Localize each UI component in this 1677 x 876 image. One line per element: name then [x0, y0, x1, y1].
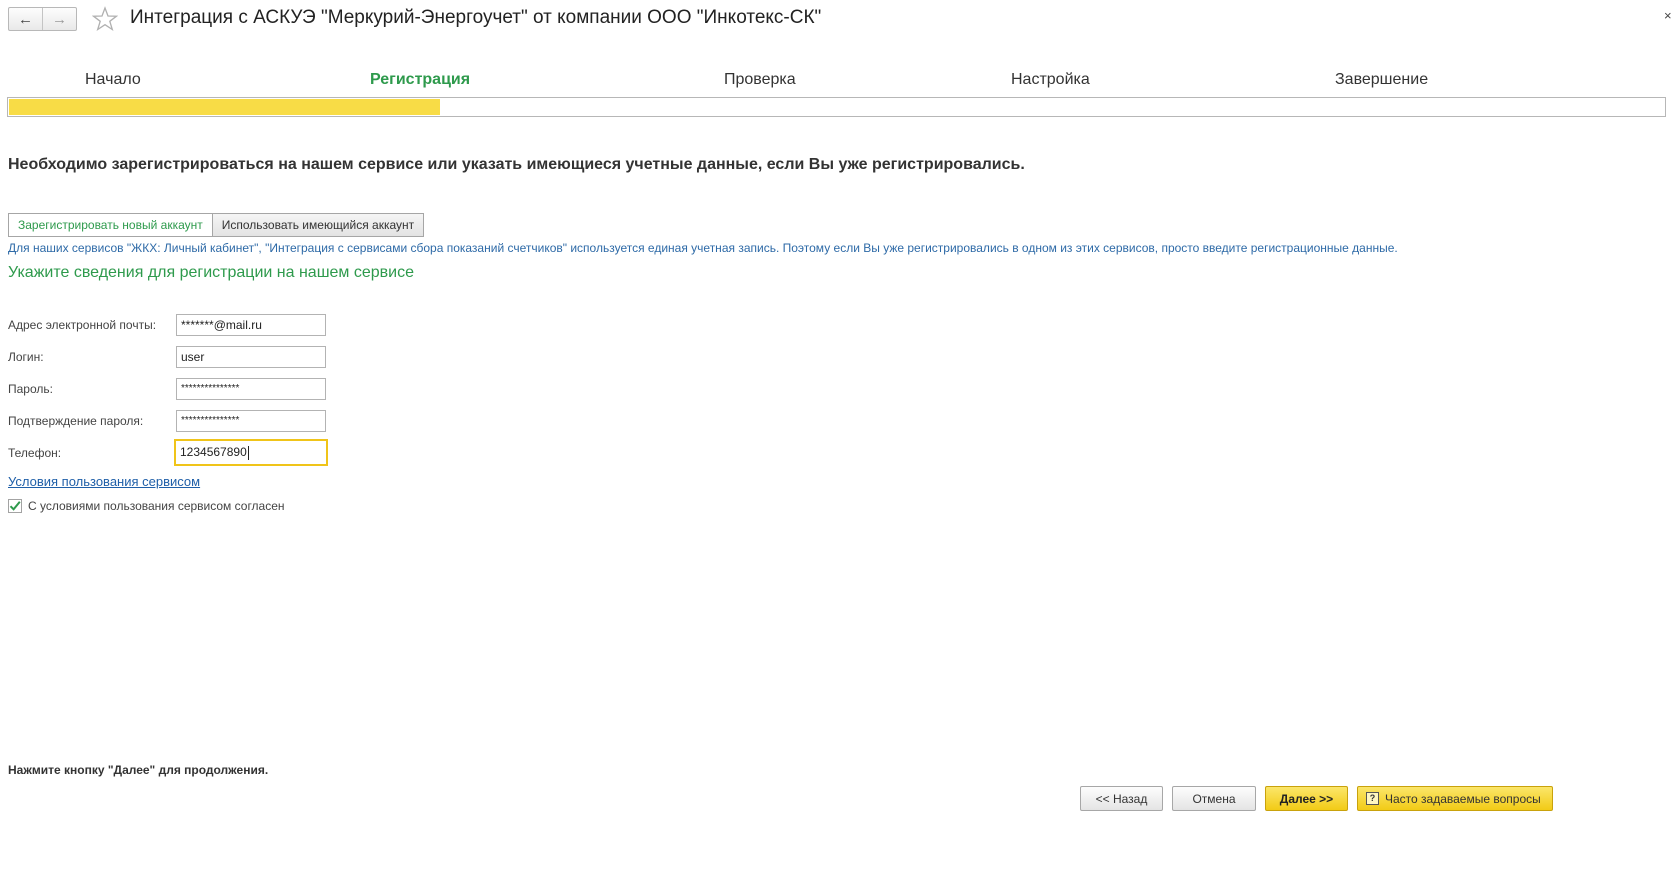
- password-confirm-field[interactable]: ***************: [176, 410, 326, 432]
- forward-arrow-icon[interactable]: →: [42, 8, 76, 30]
- favorite-star-icon[interactable]: [92, 6, 118, 32]
- page-heading: Необходимо зарегистрироваться на нашем с…: [8, 156, 1025, 173]
- next-button[interactable]: Далее >>: [1265, 786, 1348, 811]
- phone-value: 1234567890: [180, 445, 247, 459]
- cancel-button[interactable]: Отмена: [1172, 786, 1256, 811]
- progress-fill: [9, 99, 440, 115]
- back-arrow-icon[interactable]: ←: [9, 8, 42, 30]
- continue-hint: Нажмите кнопку "Далее" для продолжения.: [8, 763, 269, 777]
- password-field[interactable]: ***************: [176, 378, 326, 400]
- step-check: Проверка: [724, 71, 796, 88]
- password-confirm-label: Подтверждение пароля:: [8, 414, 144, 428]
- step-finish: Завершение: [1335, 71, 1429, 88]
- info-note: Для наших сервисов "ЖКХ: Личный кабинет"…: [8, 241, 1398, 255]
- agree-checkbox[interactable]: [8, 499, 22, 513]
- section-subheading: Укажите сведения для регистрации на наше…: [8, 264, 414, 281]
- wizard-progress-bar: [7, 97, 1666, 117]
- register-new-account-button[interactable]: Зарегистрировать новый аккаунт: [8, 213, 213, 237]
- faq-button[interactable]: ? Часто задаваемые вопросы: [1357, 786, 1553, 811]
- step-registration: Регистрация: [370, 71, 471, 88]
- faq-button-label: Часто задаваемые вопросы: [1385, 791, 1541, 806]
- help-icon: ?: [1366, 792, 1379, 805]
- use-existing-account-button[interactable]: Использовать имеющийся аккаунт: [212, 213, 425, 237]
- login-field[interactable]: user: [176, 346, 326, 368]
- window-title: Интеграция с АСКУЭ "Меркурий-Энергоучет"…: [130, 7, 822, 28]
- email-field[interactable]: *******@mail.ru: [176, 314, 326, 336]
- close-icon[interactable]: ×: [1664, 8, 1672, 23]
- agree-label: С условиями пользования сервисом согласе…: [28, 499, 285, 513]
- password-label: Пароль:: [8, 382, 53, 396]
- login-label: Логин:: [8, 350, 44, 364]
- phone-field[interactable]: 1234567890: [174, 439, 328, 466]
- step-start: Начало: [85, 71, 141, 88]
- back-button[interactable]: << Назад: [1080, 786, 1163, 811]
- account-mode-toggle: Зарегистрировать новый аккаунт Использов…: [8, 213, 425, 237]
- text-cursor: [247, 445, 249, 460]
- email-label: Адрес электронной почты:: [8, 318, 157, 332]
- history-nav: ← →: [8, 7, 77, 31]
- checkmark-icon: [9, 501, 21, 511]
- terms-link[interactable]: Условия пользования сервисом: [8, 474, 200, 489]
- phone-label: Телефон:: [8, 446, 62, 460]
- step-settings: Настройка: [1011, 71, 1090, 88]
